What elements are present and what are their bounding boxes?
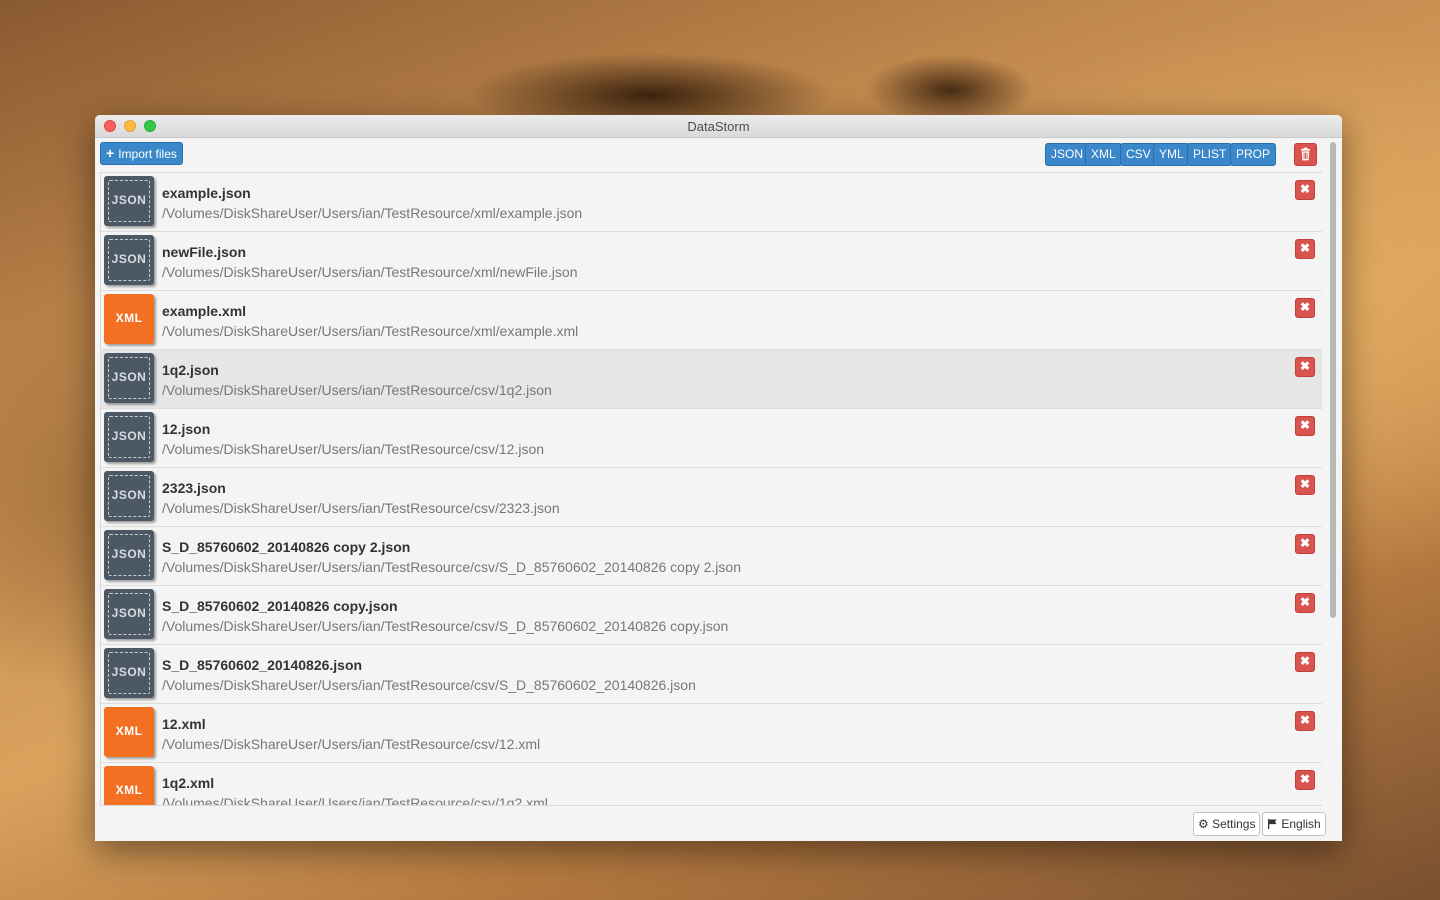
format-yml-button[interactable]: YML: [1153, 143, 1190, 166]
trash-icon: [1301, 147, 1310, 161]
file-row[interactable]: XML 1q2.xml /Volumes/DiskShareUser/Users…: [101, 763, 1322, 806]
flag-icon: [1268, 819, 1277, 829]
file-path: /Volumes/DiskShareUser/Users/ian/TestRes…: [162, 323, 579, 339]
close-icon: ✖: [1299, 536, 1311, 550]
list-scrollbar[interactable]: [1329, 142, 1337, 806]
file-row[interactable]: XML 12.xml /Volumes/DiskShareUser/Users/…: [101, 704, 1322, 763]
file-name: 1q2.xml: [162, 775, 215, 791]
json-file-icon: JSON: [104, 589, 154, 639]
close-icon: ✖: [1299, 595, 1311, 609]
file-name: 2323.json: [162, 480, 226, 496]
gear-icon: ⚙: [1198, 817, 1209, 831]
remove-file-button[interactable]: ✖: [1295, 416, 1315, 436]
close-icon: ✖: [1299, 300, 1311, 314]
json-file-icon: JSON: [104, 176, 154, 226]
remove-file-button[interactable]: ✖: [1295, 239, 1315, 259]
file-row[interactable]: JSON example.json /Volumes/DiskShareUser…: [101, 173, 1322, 232]
xml-file-icon: XML: [104, 707, 154, 757]
remove-file-button[interactable]: ✖: [1295, 534, 1315, 554]
remove-file-button[interactable]: ✖: [1295, 298, 1315, 318]
remove-file-button[interactable]: ✖: [1295, 652, 1315, 672]
remove-file-button[interactable]: ✖: [1295, 770, 1315, 790]
title-bar: DataStorm: [95, 115, 1342, 138]
file-path: /Volumes/DiskShareUser/Users/ian/TestRes…: [162, 677, 696, 693]
file-name: 12.xml: [162, 716, 206, 732]
file-name: S_D_85760602_20140826 copy.json: [162, 598, 398, 614]
xml-file-icon: XML: [104, 766, 154, 805]
remove-file-button[interactable]: ✖: [1295, 475, 1315, 495]
import-files-label: Import files: [118, 147, 177, 161]
file-row[interactable]: JSON 2323.json /Volumes/DiskShareUser/Us…: [101, 468, 1322, 527]
format-xml-button[interactable]: XML: [1085, 143, 1122, 166]
json-file-icon: JSON: [104, 235, 154, 285]
file-list[interactable]: JSON example.json /Volumes/DiskShareUser…: [100, 172, 1322, 806]
xml-file-icon: XML: [104, 294, 154, 344]
format-plist-button[interactable]: PLIST: [1187, 143, 1233, 166]
file-row[interactable]: XML example.xml /Volumes/DiskShareUser/U…: [101, 291, 1322, 350]
json-file-icon: JSON: [104, 412, 154, 462]
file-row[interactable]: JSON 12.json /Volumes/DiskShareUser/User…: [101, 409, 1322, 468]
file-path: /Volumes/DiskShareUser/Users/ian/TestRes…: [162, 795, 548, 806]
language-button[interactable]: English: [1262, 812, 1326, 836]
format-json-button[interactable]: JSON: [1045, 143, 1090, 166]
remove-file-button[interactable]: ✖: [1295, 711, 1315, 731]
file-row[interactable]: JSON S_D_85760602_20140826 copy.json /Vo…: [101, 586, 1322, 645]
file-name: newFile.json: [162, 244, 247, 260]
file-path: /Volumes/DiskShareUser/Users/ian/TestRes…: [162, 736, 541, 752]
plus-icon: +: [106, 145, 115, 161]
file-name: example.xml: [162, 303, 247, 319]
close-icon: ✖: [1299, 182, 1311, 196]
file-row-selected[interactable]: JSON 1q2.json /Volumes/DiskShareUser/Use…: [101, 350, 1322, 409]
file-path: /Volumes/DiskShareUser/Users/ian/TestRes…: [162, 382, 552, 398]
remove-file-button[interactable]: ✖: [1295, 180, 1315, 200]
clear-all-button[interactable]: [1294, 143, 1317, 166]
remove-file-button[interactable]: ✖: [1295, 593, 1315, 613]
language-label: English: [1281, 817, 1321, 831]
format-prop-button[interactable]: PROP: [1230, 143, 1277, 166]
settings-button[interactable]: ⚙ Settings: [1193, 812, 1261, 836]
close-icon: ✖: [1299, 477, 1311, 491]
close-icon: ✖: [1299, 418, 1311, 432]
file-path: /Volumes/DiskShareUser/Users/ian/TestRes…: [162, 205, 583, 221]
file-path: /Volumes/DiskShareUser/Users/ian/TestRes…: [162, 559, 741, 575]
json-file-icon: JSON: [104, 471, 154, 521]
file-row[interactable]: JSON S_D_85760602_20140826 copy 2.json /…: [101, 527, 1322, 586]
close-icon: ✖: [1299, 713, 1311, 727]
file-path: /Volumes/DiskShareUser/Users/ian/TestRes…: [162, 618, 729, 634]
file-name: 1q2.json: [162, 362, 219, 378]
file-name: S_D_85760602_20140826.json: [162, 657, 363, 673]
file-path: /Volumes/DiskShareUser/Users/ian/TestRes…: [162, 264, 578, 280]
close-icon: ✖: [1299, 654, 1311, 668]
import-files-button[interactable]: + Import files: [100, 142, 183, 165]
file-name: example.json: [162, 185, 251, 201]
file-path: /Volumes/DiskShareUser/Users/ian/TestRes…: [162, 500, 560, 516]
window-title: DataStorm: [687, 119, 750, 134]
json-file-icon: JSON: [104, 353, 154, 403]
json-file-icon: JSON: [104, 530, 154, 580]
format-csv-button[interactable]: CSV: [1120, 143, 1157, 166]
remove-file-button[interactable]: ✖: [1295, 357, 1315, 377]
file-name: 12.json: [162, 421, 211, 437]
file-name: S_D_85760602_20140826 copy 2.json: [162, 539, 411, 555]
file-row[interactable]: JSON S_D_85760602_20140826.json /Volumes…: [101, 645, 1322, 704]
settings-label: Settings: [1212, 817, 1256, 831]
json-file-icon: JSON: [104, 648, 154, 698]
close-icon: ✖: [1299, 241, 1311, 255]
close-icon: ✖: [1299, 359, 1311, 373]
scrollbar-thumb[interactable]: [1330, 142, 1336, 618]
app-window: DataStorm + Import files JSON XML CSV YML…: [95, 115, 1342, 841]
close-icon: ✖: [1299, 772, 1311, 786]
file-row[interactable]: JSON newFile.json /Volumes/DiskShareUser…: [101, 232, 1322, 291]
file-path: /Volumes/DiskShareUser/Users/ian/TestRes…: [162, 441, 545, 457]
